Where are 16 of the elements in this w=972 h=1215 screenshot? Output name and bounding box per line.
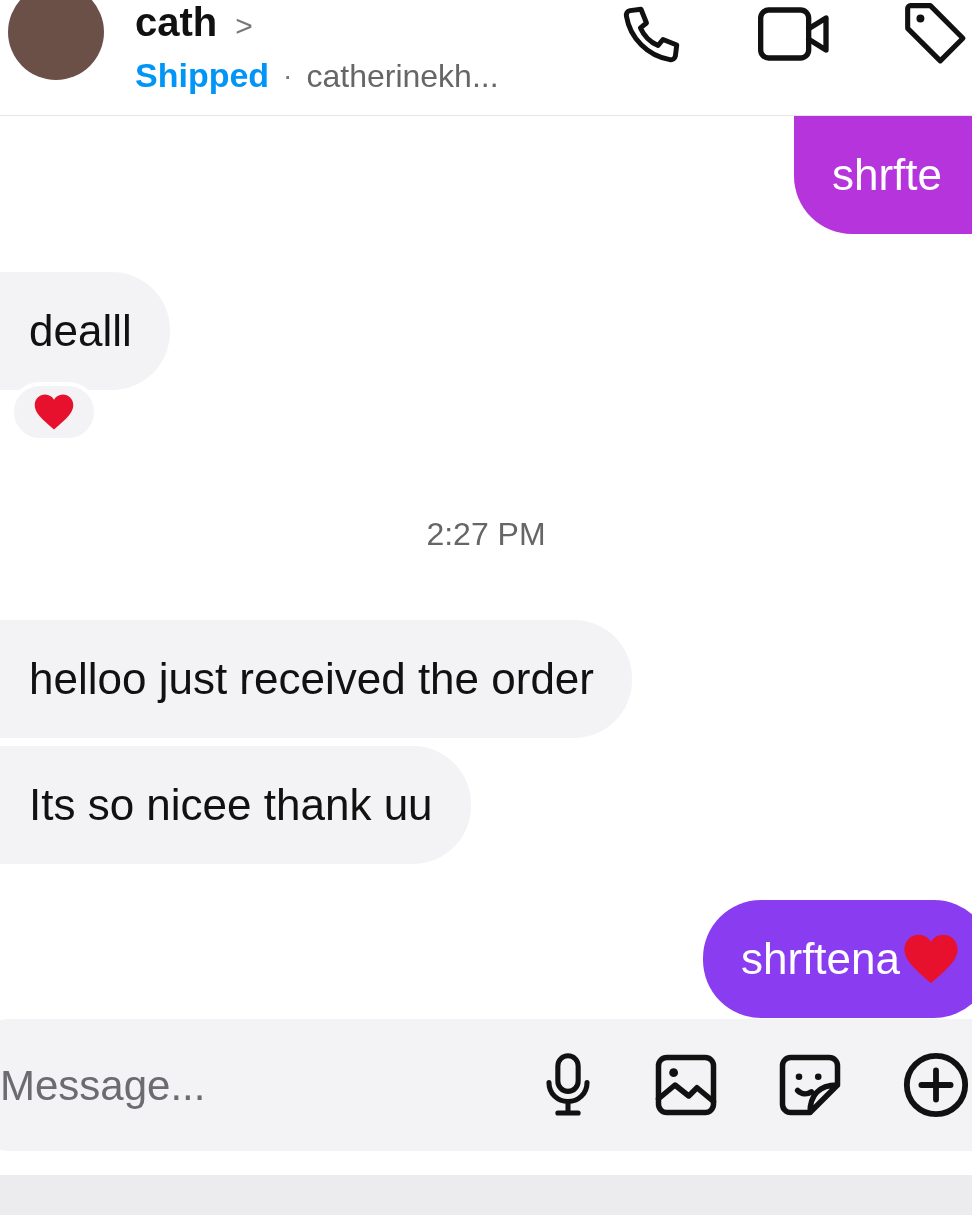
- username: catherinekh...: [306, 56, 499, 96]
- message-field[interactable]: Message...: [0, 1019, 972, 1151]
- sent-message: shrfte: [793, 116, 972, 234]
- received-message: dealll: [0, 272, 170, 390]
- message-input[interactable]: Message...: [0, 1053, 541, 1117]
- sticker-icon[interactable]: [777, 1052, 843, 1118]
- status-label: Shipped: [135, 55, 270, 96]
- image-icon[interactable]: [653, 1052, 719, 1118]
- contact-name[interactable]: cath: [135, 0, 218, 52]
- received-message: helloo just received the order: [0, 620, 632, 738]
- chevron-icon: >: [235, 3, 253, 48]
- timestamp: 2:27 PM: [426, 515, 546, 554]
- received-message: Its so nicee thank uu: [0, 746, 471, 864]
- plus-icon[interactable]: [901, 1050, 971, 1120]
- sent-message: shrftena: [703, 900, 972, 1018]
- separator-dot: ·: [283, 58, 293, 93]
